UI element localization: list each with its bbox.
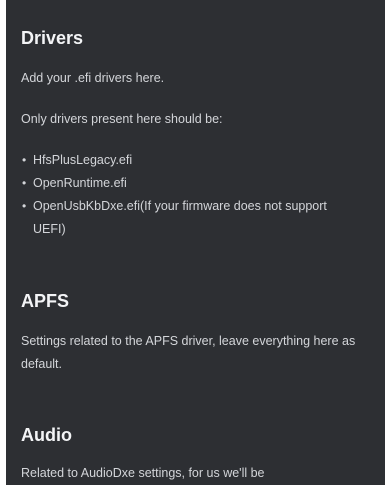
driver-name: OpenUsbKbDxe.efi(If your firmware does n…	[33, 199, 327, 236]
audio-heading: Audio	[21, 425, 72, 445]
drivers-heading: Drivers	[21, 28, 84, 48]
list-item: • OpenRuntime.efi	[21, 172, 361, 195]
audio-description-text: Related to AudioDxe settings, for us we'…	[21, 466, 265, 480]
driver-name: HfsPlusLegacy.efi	[33, 153, 133, 167]
content-panel: Drivers Add your .efi drivers here. Only…	[6, 0, 385, 485]
bullet-icon: •	[22, 176, 27, 190]
bullet-icon: •	[22, 199, 27, 213]
bullet-icon: •	[22, 153, 27, 167]
apfs-heading: APFS	[21, 291, 70, 311]
drivers-note-text: Only drivers present here should be:	[21, 112, 223, 126]
list-item: • HfsPlusLegacy.efi	[21, 149, 361, 172]
drivers-intro-text: Add your .efi drivers here.	[21, 71, 165, 85]
list-item: • OpenUsbKbDxe.efi(If your firmware does…	[21, 195, 361, 241]
apfs-description-text: Settings related to the APFS driver, lea…	[21, 334, 356, 371]
driver-name: OpenRuntime.efi	[33, 176, 127, 190]
drivers-list: • HfsPlusLegacy.efi • OpenRuntime.efi • …	[21, 149, 361, 241]
